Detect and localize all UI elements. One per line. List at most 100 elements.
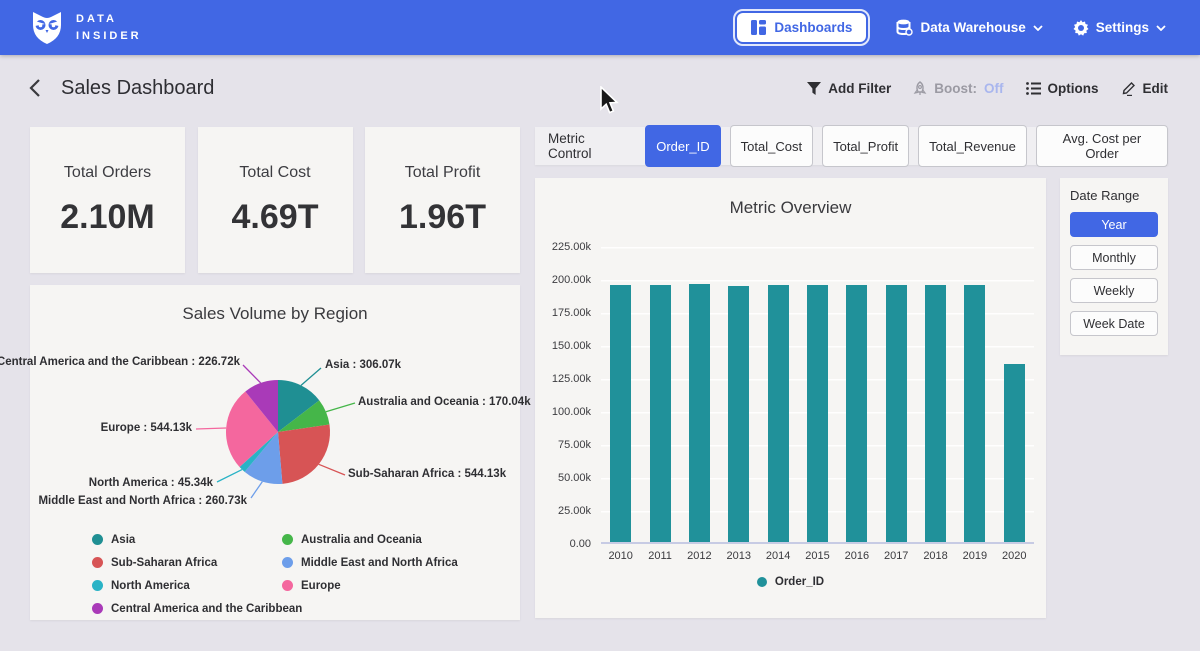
kpi-card-total-cost: Total Cost4.69T — [198, 127, 353, 273]
pie-leader-line — [196, 428, 226, 429]
metric-control-bar: Metric Control Order_IDTotal_CostTotal_P… — [535, 127, 1168, 165]
pie-leader-line — [326, 403, 355, 412]
kpi-label: Total Cost — [239, 164, 310, 182]
legend-label: Australia and Oceania — [301, 534, 422, 546]
y-tick-label: 225.00k — [535, 241, 591, 253]
brand-name: DATA INSIDER — [76, 11, 142, 44]
legend-item-europe[interactable]: Europe — [282, 580, 458, 592]
bar-column-2012 — [680, 247, 719, 542]
legend-item-central-america-and-the-caribbean[interactable]: Central America and the Caribbean — [92, 603, 282, 615]
metric-button-order-id[interactable]: Order_ID — [645, 125, 720, 167]
bar-column-2013 — [719, 247, 758, 542]
bar-chart-title: Metric Overview — [535, 198, 1046, 218]
bar-2017[interactable] — [886, 285, 907, 542]
metric-button-total-revenue[interactable]: Total_Revenue — [918, 125, 1027, 167]
legend-item-sub-saharan-africa[interactable]: Sub-Saharan Africa — [92, 557, 282, 569]
bar-column-2018 — [916, 247, 955, 542]
pie-leader-line — [301, 368, 321, 385]
legend-label: Sub-Saharan Africa — [111, 557, 217, 569]
bar-2010[interactable] — [610, 285, 631, 542]
bar-2012[interactable] — [689, 284, 710, 542]
pie-label-asia: Asia : 306.07k — [325, 359, 401, 371]
data-warehouse-label: Data Warehouse — [920, 20, 1025, 35]
boost-label: Boost: — [934, 81, 977, 96]
legend-dot — [92, 603, 103, 614]
bar-chart-x-axis: 2010201120122013201420152016201720182019… — [601, 550, 1034, 562]
bar-2018[interactable] — [925, 285, 946, 542]
rocket-icon — [913, 81, 927, 96]
metric-control-label: Metric Control — [548, 131, 631, 161]
legend-label: Central America and the Caribbean — [111, 603, 302, 615]
kpi-value: 2.10M — [60, 198, 155, 237]
pie-label-europe: Europe : 544.13k — [101, 422, 192, 434]
bar-2013[interactable] — [728, 286, 749, 542]
x-tick-label: 2011 — [640, 550, 679, 562]
legend-label: Asia — [111, 534, 135, 546]
x-tick-label: 2012 — [680, 550, 719, 562]
pie-leader-line — [251, 482, 262, 498]
filter-funnel-icon — [807, 82, 821, 95]
settings-label: Settings — [1096, 20, 1149, 35]
y-tick-label: 150.00k — [535, 340, 591, 352]
legend-item-australia-and-oceania[interactable]: Australia and Oceania — [282, 534, 458, 546]
gear-icon — [1073, 20, 1089, 36]
legend-item-asia[interactable]: Asia — [92, 534, 282, 546]
chevron-left-icon — [28, 78, 41, 98]
chevron-down-icon — [1033, 25, 1043, 31]
x-tick-label: 2020 — [995, 550, 1034, 562]
pencil-icon — [1121, 81, 1136, 96]
metric-button-avg-cost-per-order[interactable]: Avg. Cost per Order — [1036, 125, 1168, 167]
boost-value: Off — [984, 81, 1004, 96]
options-label: Options — [1048, 81, 1099, 96]
bar-chart-plot — [601, 247, 1034, 544]
pie-legend: Asia Sub-Saharan Africa North America Centr… — [92, 531, 458, 617]
x-tick-label: 2014 — [758, 550, 797, 562]
metric-button-total-cost[interactable]: Total_Cost — [730, 125, 813, 167]
legend-dot — [282, 557, 293, 568]
options-list-icon — [1026, 82, 1041, 95]
y-tick-label: 175.00k — [535, 307, 591, 319]
legend-item-north-america[interactable]: North America — [92, 580, 282, 592]
y-tick-label: 100.00k — [535, 406, 591, 418]
kpi-label: Total Profit — [405, 164, 481, 182]
bar-2011[interactable] — [650, 285, 671, 542]
date-range-button-monthly[interactable]: Monthly — [1070, 245, 1158, 270]
add-filter-button[interactable]: Add Filter — [807, 81, 891, 96]
date-range-button-week-date[interactable]: Week Date — [1070, 311, 1158, 336]
data-warehouse-menu[interactable]: Data Warehouse — [896, 19, 1042, 36]
pie-slice-sub-saharan-africa[interactable] — [278, 425, 330, 484]
edit-button[interactable]: Edit — [1121, 81, 1169, 96]
bar-2016[interactable] — [846, 285, 867, 542]
pie-label-north-america: North America : 45.34k — [89, 477, 213, 489]
metric-button-total-profit[interactable]: Total_Profit — [822, 125, 909, 167]
legend-dot — [92, 580, 103, 591]
options-button[interactable]: Options — [1026, 81, 1099, 96]
legend-label: North America — [111, 580, 190, 592]
settings-menu[interactable]: Settings — [1073, 20, 1166, 36]
bar-column-2020 — [995, 247, 1034, 542]
legend-dot — [282, 580, 293, 591]
bar-column-2016 — [837, 247, 876, 542]
y-tick-label: 200.00k — [535, 274, 591, 286]
pie-label-central-america-and-the-caribbean: Central America and the Caribbean : 226.… — [0, 356, 240, 368]
date-range-button-weekly[interactable]: Weekly — [1070, 278, 1158, 303]
database-icon — [896, 19, 913, 36]
date-range-panel: Date Range YearMonthlyWeeklyWeek Date — [1060, 178, 1168, 355]
metric-overview-panel: Metric Overview 225.00k 200.00k 175.00k 150… — [535, 178, 1046, 618]
back-button[interactable] — [28, 78, 41, 98]
top-navbar: DATA INSIDER Dashboards Data Warehouse — [0, 0, 1200, 55]
dashboards-button[interactable]: Dashboards — [737, 13, 866, 42]
legend-label: Middle East and North Africa — [301, 557, 458, 569]
bar-2019[interactable] — [964, 285, 985, 542]
bar-column-2014 — [758, 247, 797, 542]
date-range-button-year[interactable]: Year — [1070, 212, 1158, 237]
legend-item-middle-east-and-north-africa[interactable]: Middle East and North Africa — [282, 557, 458, 569]
legend-dot — [757, 577, 767, 587]
dashboards-label: Dashboards — [774, 20, 852, 35]
bar-2020[interactable] — [1004, 364, 1025, 542]
bar-2015[interactable] — [807, 285, 828, 542]
bar-2014[interactable] — [768, 285, 789, 542]
boost-toggle[interactable]: Boost: Off — [913, 81, 1003, 96]
bar-column-2015 — [798, 247, 837, 542]
bar-column-2011 — [640, 247, 679, 542]
